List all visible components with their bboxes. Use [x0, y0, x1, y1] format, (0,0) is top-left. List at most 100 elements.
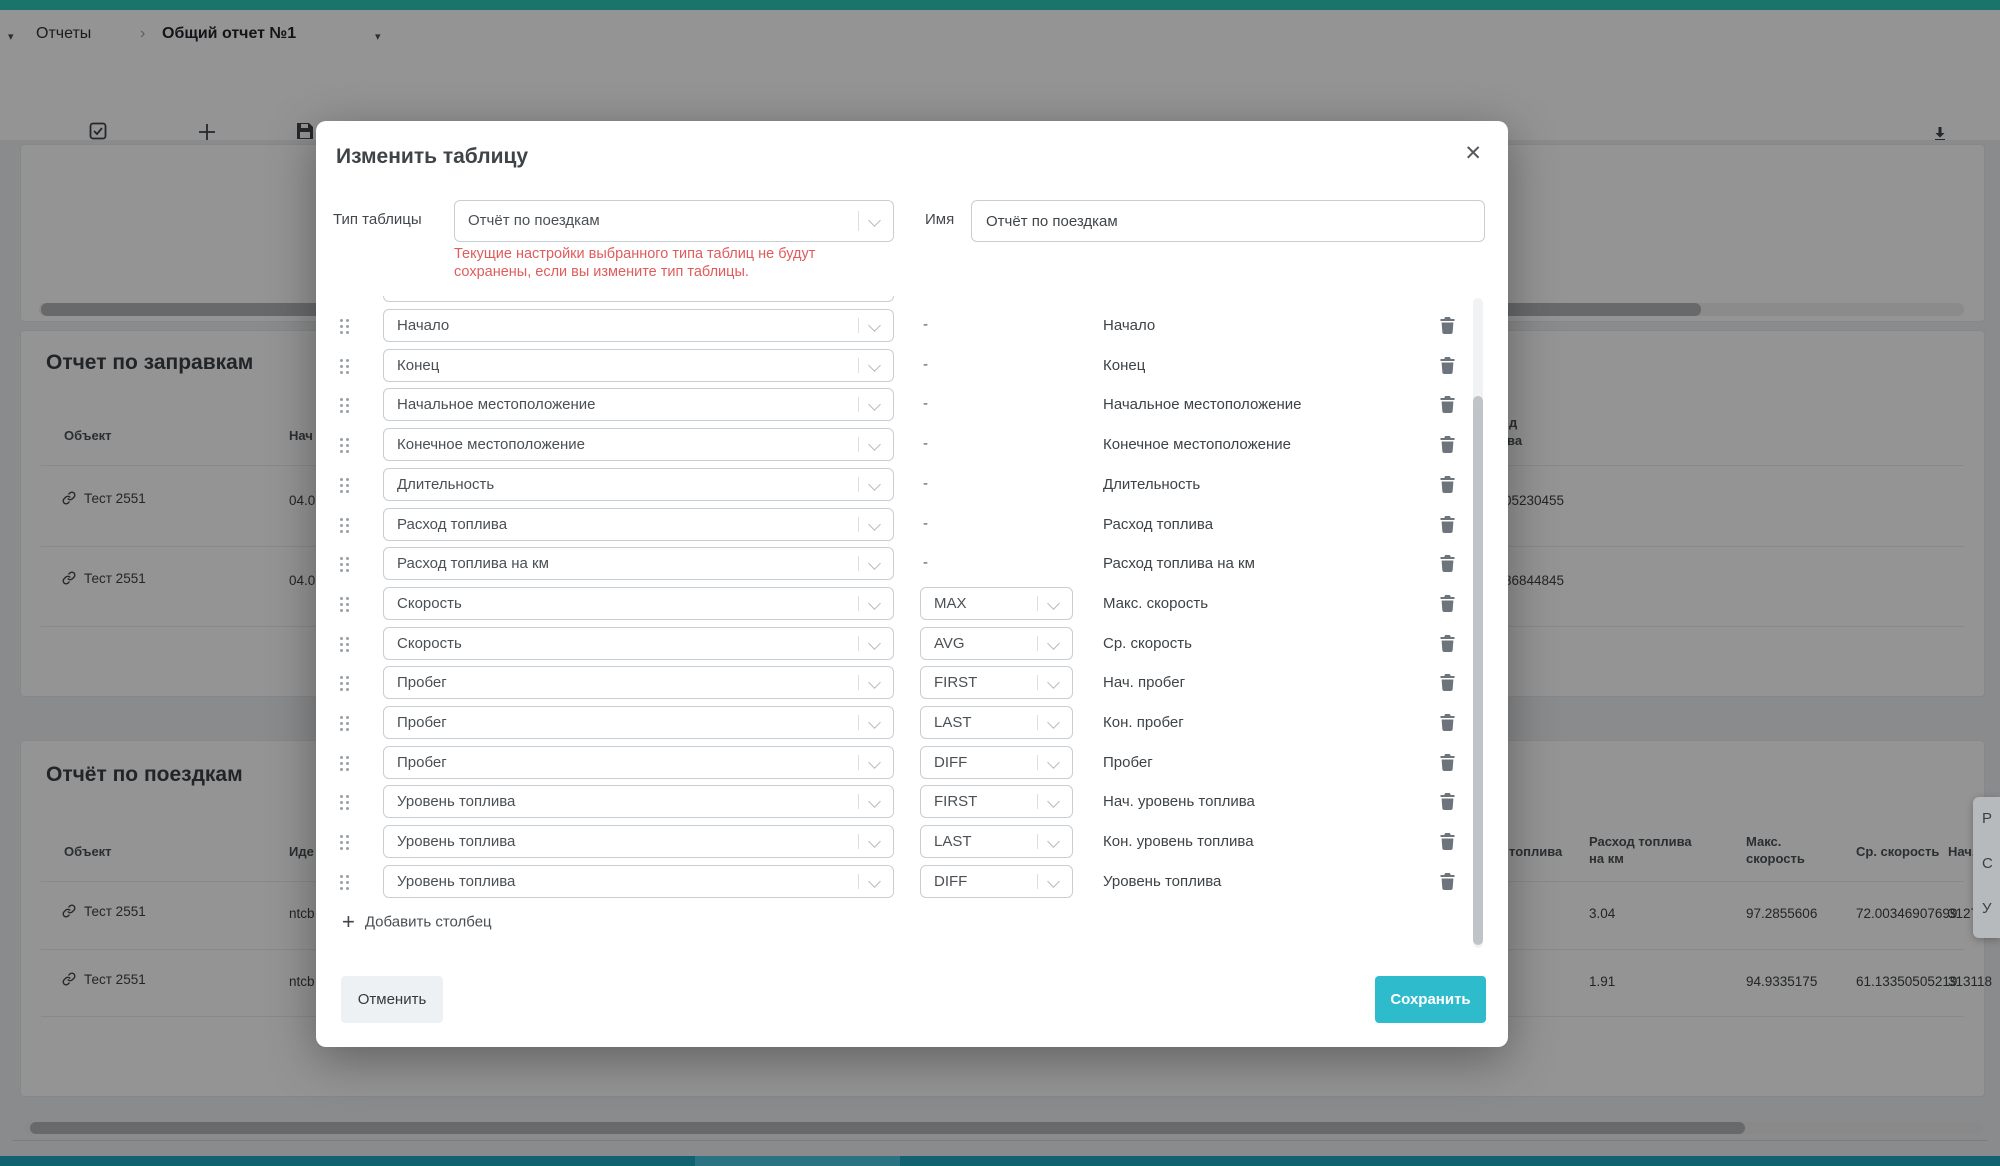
close-icon[interactable]: ✕: [1464, 143, 1482, 164]
chevron-down-icon: [868, 796, 881, 809]
drag-handle-icon[interactable]: [340, 637, 352, 653]
aggregation-select[interactable]: DIFF: [920, 865, 1073, 898]
select-divider: [858, 358, 859, 373]
field-select-value: Длительность: [397, 476, 494, 493]
aggregation-select[interactable]: LAST: [920, 706, 1073, 739]
select-divider: [858, 636, 859, 651]
delete-column-button[interactable]: [1440, 714, 1456, 731]
drag-handle-icon[interactable]: [340, 557, 352, 573]
drag-handle-icon[interactable]: [340, 359, 352, 375]
aggregation-select[interactable]: FIRST: [920, 666, 1073, 699]
drag-handle-icon[interactable]: [340, 398, 352, 414]
column-label: Расход топлива на км: [1103, 555, 1255, 572]
drag-handle-icon[interactable]: [340, 835, 352, 851]
field-select-value: Уровень топлива: [397, 833, 515, 850]
field-select[interactable]: Уровень топлива: [383, 865, 894, 898]
drag-handle-icon[interactable]: [340, 438, 352, 454]
save-button[interactable]: Сохранить: [1375, 976, 1486, 1023]
drag-handle-icon[interactable]: [340, 597, 352, 613]
chevron-down-icon: [868, 875, 881, 888]
delete-column-button[interactable]: [1440, 436, 1456, 453]
drag-handle-icon[interactable]: [340, 875, 352, 891]
delete-column-button[interactable]: [1440, 516, 1456, 533]
drag-handle-icon[interactable]: [340, 518, 352, 534]
column-label: Макс. скорость: [1103, 595, 1208, 612]
field-select[interactable]: Конец: [383, 349, 894, 382]
field-select-value: Пробег: [397, 674, 447, 691]
column-row: Конечное местоположение-Конечное местопо…: [316, 428, 1508, 461]
field-select[interactable]: Пробег: [383, 746, 894, 779]
delete-column-button[interactable]: [1440, 754, 1456, 771]
delete-column-button[interactable]: [1440, 873, 1456, 890]
no-aggregation-dash: -: [923, 554, 928, 571]
delete-column-button[interactable]: [1440, 595, 1456, 612]
field-select[interactable]: Длительность: [383, 468, 894, 501]
table-type-select[interactable]: Отчёт по поездкам: [454, 200, 894, 242]
chevron-down-icon: [868, 518, 881, 531]
aggregation-select[interactable]: AVG: [920, 627, 1073, 660]
delete-column-button[interactable]: [1440, 635, 1456, 652]
column-list: Начало-НачалоКонец-КонецНачальное местоп…: [316, 296, 1508, 948]
aggregation-select[interactable]: DIFF: [920, 746, 1073, 779]
aggregation-select[interactable]: MAX: [920, 587, 1073, 620]
popup-item[interactable]: У: [1982, 900, 1992, 917]
select-divider: [1037, 794, 1038, 809]
column-label: Ср. скорость: [1103, 635, 1192, 652]
cancel-button[interactable]: Отменить: [341, 976, 443, 1023]
chevron-down-icon: [868, 676, 881, 689]
field-select[interactable]: Уровень топлива: [383, 785, 894, 818]
field-select[interactable]: Пробег: [383, 706, 894, 739]
aggregation-value: FIRST: [934, 793, 977, 810]
field-select[interactable]: Скорость: [383, 627, 894, 660]
drag-handle-icon[interactable]: [340, 319, 352, 335]
popup-item[interactable]: Р: [1982, 810, 1992, 827]
select-divider: [1037, 755, 1038, 770]
field-select[interactable]: Начало: [383, 309, 894, 342]
field-select[interactable]: Конечное местоположение: [383, 428, 894, 461]
delete-column-button[interactable]: [1440, 317, 1456, 334]
column-row: ПробегDIFFПробег: [316, 746, 1508, 779]
select-divider: [1037, 636, 1038, 651]
column-row: Уровень топливаLASTКон. уровень топлива: [316, 825, 1508, 858]
field-select[interactable]: Расход топлива на км: [383, 547, 894, 580]
field-select[interactable]: Расход топлива: [383, 508, 894, 541]
field-select[interactable]: Уровень топлива: [383, 825, 894, 858]
chevron-down-icon: [1047, 756, 1060, 769]
column-label: Расход топлива: [1103, 516, 1213, 533]
select-divider: [858, 874, 859, 889]
delete-column-button[interactable]: [1440, 833, 1456, 850]
delete-column-button[interactable]: [1440, 793, 1456, 810]
name-input[interactable]: [971, 200, 1485, 242]
select-divider: [858, 556, 859, 571]
drag-handle-icon[interactable]: [340, 478, 352, 494]
column-row: Уровень топливаDIFFУровень топлива: [316, 865, 1508, 898]
drag-handle-icon[interactable]: [340, 716, 352, 732]
add-column-button[interactable]: +Добавить столбец: [342, 909, 492, 935]
drag-handle-icon[interactable]: [340, 676, 352, 692]
delete-column-button[interactable]: [1440, 396, 1456, 413]
field-select-value: Конец: [397, 357, 439, 374]
chevron-down-icon: [1047, 796, 1060, 809]
field-select[interactable]: Пробег: [383, 666, 894, 699]
modal-scrollbar-thumb[interactable]: [1473, 396, 1483, 945]
select-divider: [858, 794, 859, 809]
chevron-down-icon: [868, 214, 881, 227]
delete-column-button[interactable]: [1440, 476, 1456, 493]
select-divider: [858, 596, 859, 611]
chevron-down-icon: [868, 478, 881, 491]
aggregation-select[interactable]: LAST: [920, 825, 1073, 858]
delete-column-button[interactable]: [1440, 357, 1456, 374]
field-select[interactable]: Начальное местоположение: [383, 388, 894, 421]
delete-column-button[interactable]: [1440, 674, 1456, 691]
chevron-down-icon: [868, 557, 881, 570]
field-select-value: Начальное местоположение: [397, 396, 596, 413]
field-select[interactable]: Скорость: [383, 587, 894, 620]
drag-handle-icon[interactable]: [340, 756, 352, 772]
no-aggregation-dash: -: [923, 395, 928, 412]
delete-column-button[interactable]: [1440, 555, 1456, 572]
aggregation-select[interactable]: FIRST: [920, 785, 1073, 818]
drag-handle-icon[interactable]: [340, 795, 352, 811]
chevron-down-icon: [868, 438, 881, 451]
column-label: Нач. пробег: [1103, 674, 1185, 691]
popup-item[interactable]: С: [1982, 855, 1993, 872]
